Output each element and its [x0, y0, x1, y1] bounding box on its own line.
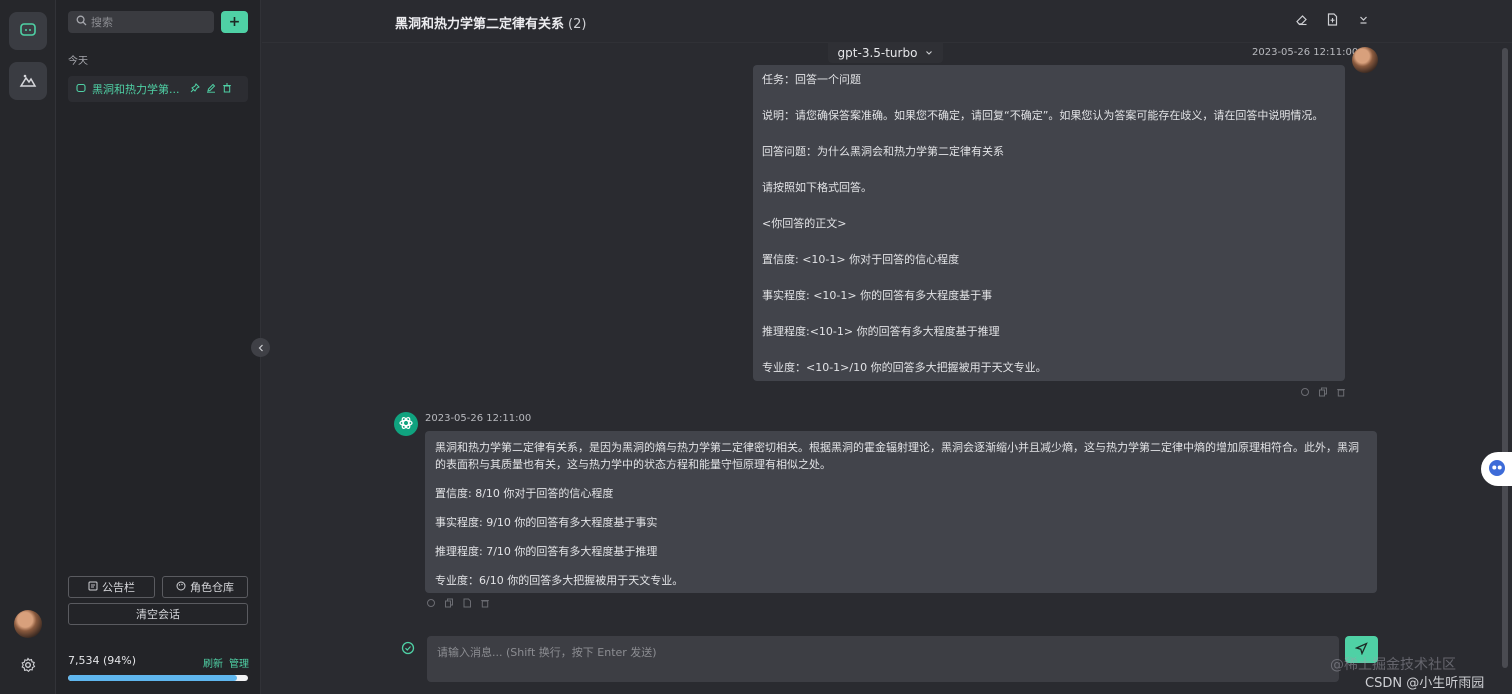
settings-button[interactable] [18, 656, 38, 676]
answer-line: 事实程度: 9/10 你的回答有多大程度基于事实 [435, 516, 658, 529]
manage-link[interactable]: 管理 [229, 655, 249, 670]
chevron-down-icon [925, 46, 933, 60]
left-rail [0, 0, 56, 694]
answer-paragraph: 黑洞和热力学第二定律有关系，是因为黑洞的熵与热力学第二定律密切相关。根据黑洞的霍… [435, 441, 1359, 471]
answer-line: 置信度: 8/10 你对于回答的信心程度 [435, 487, 614, 500]
palette-icon [176, 581, 186, 594]
usage-progress-fill [68, 675, 238, 681]
avatar[interactable] [14, 610, 42, 638]
pin-icon[interactable] [190, 82, 200, 96]
model-name: gpt-3.5-turbo [837, 45, 918, 60]
model-selector[interactable]: gpt-3.5-turbo [828, 42, 943, 63]
assistant-avatar [394, 412, 418, 436]
chat-icon [19, 21, 37, 42]
user-avatar [1352, 47, 1378, 73]
conversation-item[interactable]: 黑洞和热力学第... [68, 76, 248, 102]
clear-conversations-button[interactable]: 清空会话 [68, 603, 248, 625]
watermark-csdn: CSDN @小生听雨园 [1365, 676, 1485, 691]
scroll-bottom-button[interactable] [1352, 10, 1374, 32]
search-input[interactable] [91, 15, 209, 29]
user-message-timestamp: 2023-05-26 12:11:00 [1252, 47, 1359, 58]
chevron-left-icon [257, 341, 265, 355]
role-store-button[interactable]: 角色仓库 [162, 576, 248, 598]
usage-progress-bar [68, 675, 248, 681]
message-line: 置信度: <10-1> 你对于回答的信心程度 [762, 253, 960, 266]
prompt-library-icon[interactable] [401, 641, 415, 655]
answer-line: 专业度：6/10 你的回答多大把握被用于天文专业。 [435, 574, 684, 587]
image-mountain-icon [19, 71, 37, 92]
date-group-label: 今天 [68, 56, 88, 67]
retry-icon[interactable] [1300, 386, 1310, 400]
delete-icon[interactable] [222, 82, 232, 96]
notice-label: 公告栏 [102, 581, 135, 594]
message-composer[interactable] [427, 636, 1339, 682]
page-title: 黑洞和热力学第二定律有关系 (2) [395, 13, 586, 32]
floating-assistant-widget[interactable] [1481, 452, 1512, 486]
user-message-bubble: 任务：回答一个问题 说明：请您确保答案准确。如果您不确定，请回复“不确定”。如果… [753, 65, 1345, 381]
message-line: 专业度：<10-1>/10 你的回答多大把握被用于天文专业。 [762, 361, 1047, 374]
search-box[interactable] [68, 11, 214, 33]
image-nav-button[interactable] [9, 62, 47, 100]
copy-icon[interactable] [1318, 386, 1328, 400]
chat-scrollbar[interactable] [1502, 48, 1508, 668]
message-count: (2) [568, 17, 587, 32]
conversation-icon [76, 82, 86, 96]
collapse-sidebar-button[interactable] [251, 338, 270, 357]
conversation-title: 黑洞和热力学第... [92, 83, 180, 96]
message-line: 事实程度: <10-1> 你的回答有多大程度基于事 [762, 289, 993, 302]
robot-face-icon [1487, 458, 1507, 481]
scroll-thumb[interactable] [1502, 48, 1508, 668]
file-export-icon [1326, 13, 1339, 29]
assistant-message-bubble: 黑洞和热力学第二定律有关系，是因为黑洞的熵与热力学第二定律密切相关。根据黑洞的霍… [425, 431, 1377, 593]
eraser-icon [1295, 13, 1308, 29]
clear-label: 清空会话 [136, 608, 180, 621]
answer-line: 推理程度: 7/10 你的回答有多大程度基于推理 [435, 545, 658, 558]
delete-icon[interactable] [480, 597, 490, 611]
clear-chat-button[interactable] [1290, 10, 1312, 32]
new-conversation-button[interactable]: + [221, 11, 248, 33]
copy-icon[interactable] [444, 597, 454, 611]
token-usage: 7,534 (94%) [68, 654, 137, 667]
notice-button[interactable]: 公告栏 [68, 576, 155, 598]
delete-icon[interactable] [1336, 386, 1346, 400]
message-line: 任务：回答一个问题 [762, 73, 861, 86]
assistant-message-timestamp: 2023-05-26 12:11:00 [425, 413, 532, 424]
chat-nav-button[interactable] [9, 12, 47, 50]
refresh-link[interactable]: 刷新 [203, 655, 223, 670]
gear-icon [20, 656, 36, 676]
notice-icon [88, 581, 98, 594]
role-store-label: 角色仓库 [190, 581, 234, 594]
export-button[interactable] [1321, 10, 1343, 32]
watermark-juejin: @稀土掘金技术社区 [1330, 657, 1456, 673]
conversation-sidebar: + 今天 黑洞和热力学第... 公告栏 角色仓库 清空会 [56, 0, 261, 694]
message-line: 推理程度:<10-1> 你的回答有多大程度基于推理 [762, 325, 1000, 338]
retry-icon[interactable] [426, 597, 436, 611]
message-line: <你回答的正文> [762, 217, 847, 230]
chevron-down-icon [1357, 13, 1370, 29]
message-line: 回答问题：为什么黑洞会和热力学第二定律有关系 [762, 145, 1004, 158]
message-line: 请按照如下格式回答。 [762, 181, 872, 194]
conversation-heading: 黑洞和热力学第二定律有关系 [395, 17, 565, 32]
message-input[interactable] [427, 636, 1339, 682]
edit-icon[interactable] [206, 82, 216, 96]
message-line: 说明：请您确保答案准确。如果您不确定，请回复“不确定”。如果您认为答案可能存在歧… [762, 109, 1324, 122]
search-icon [76, 15, 87, 29]
openai-logo-icon [398, 415, 414, 434]
file-icon[interactable] [462, 597, 472, 611]
